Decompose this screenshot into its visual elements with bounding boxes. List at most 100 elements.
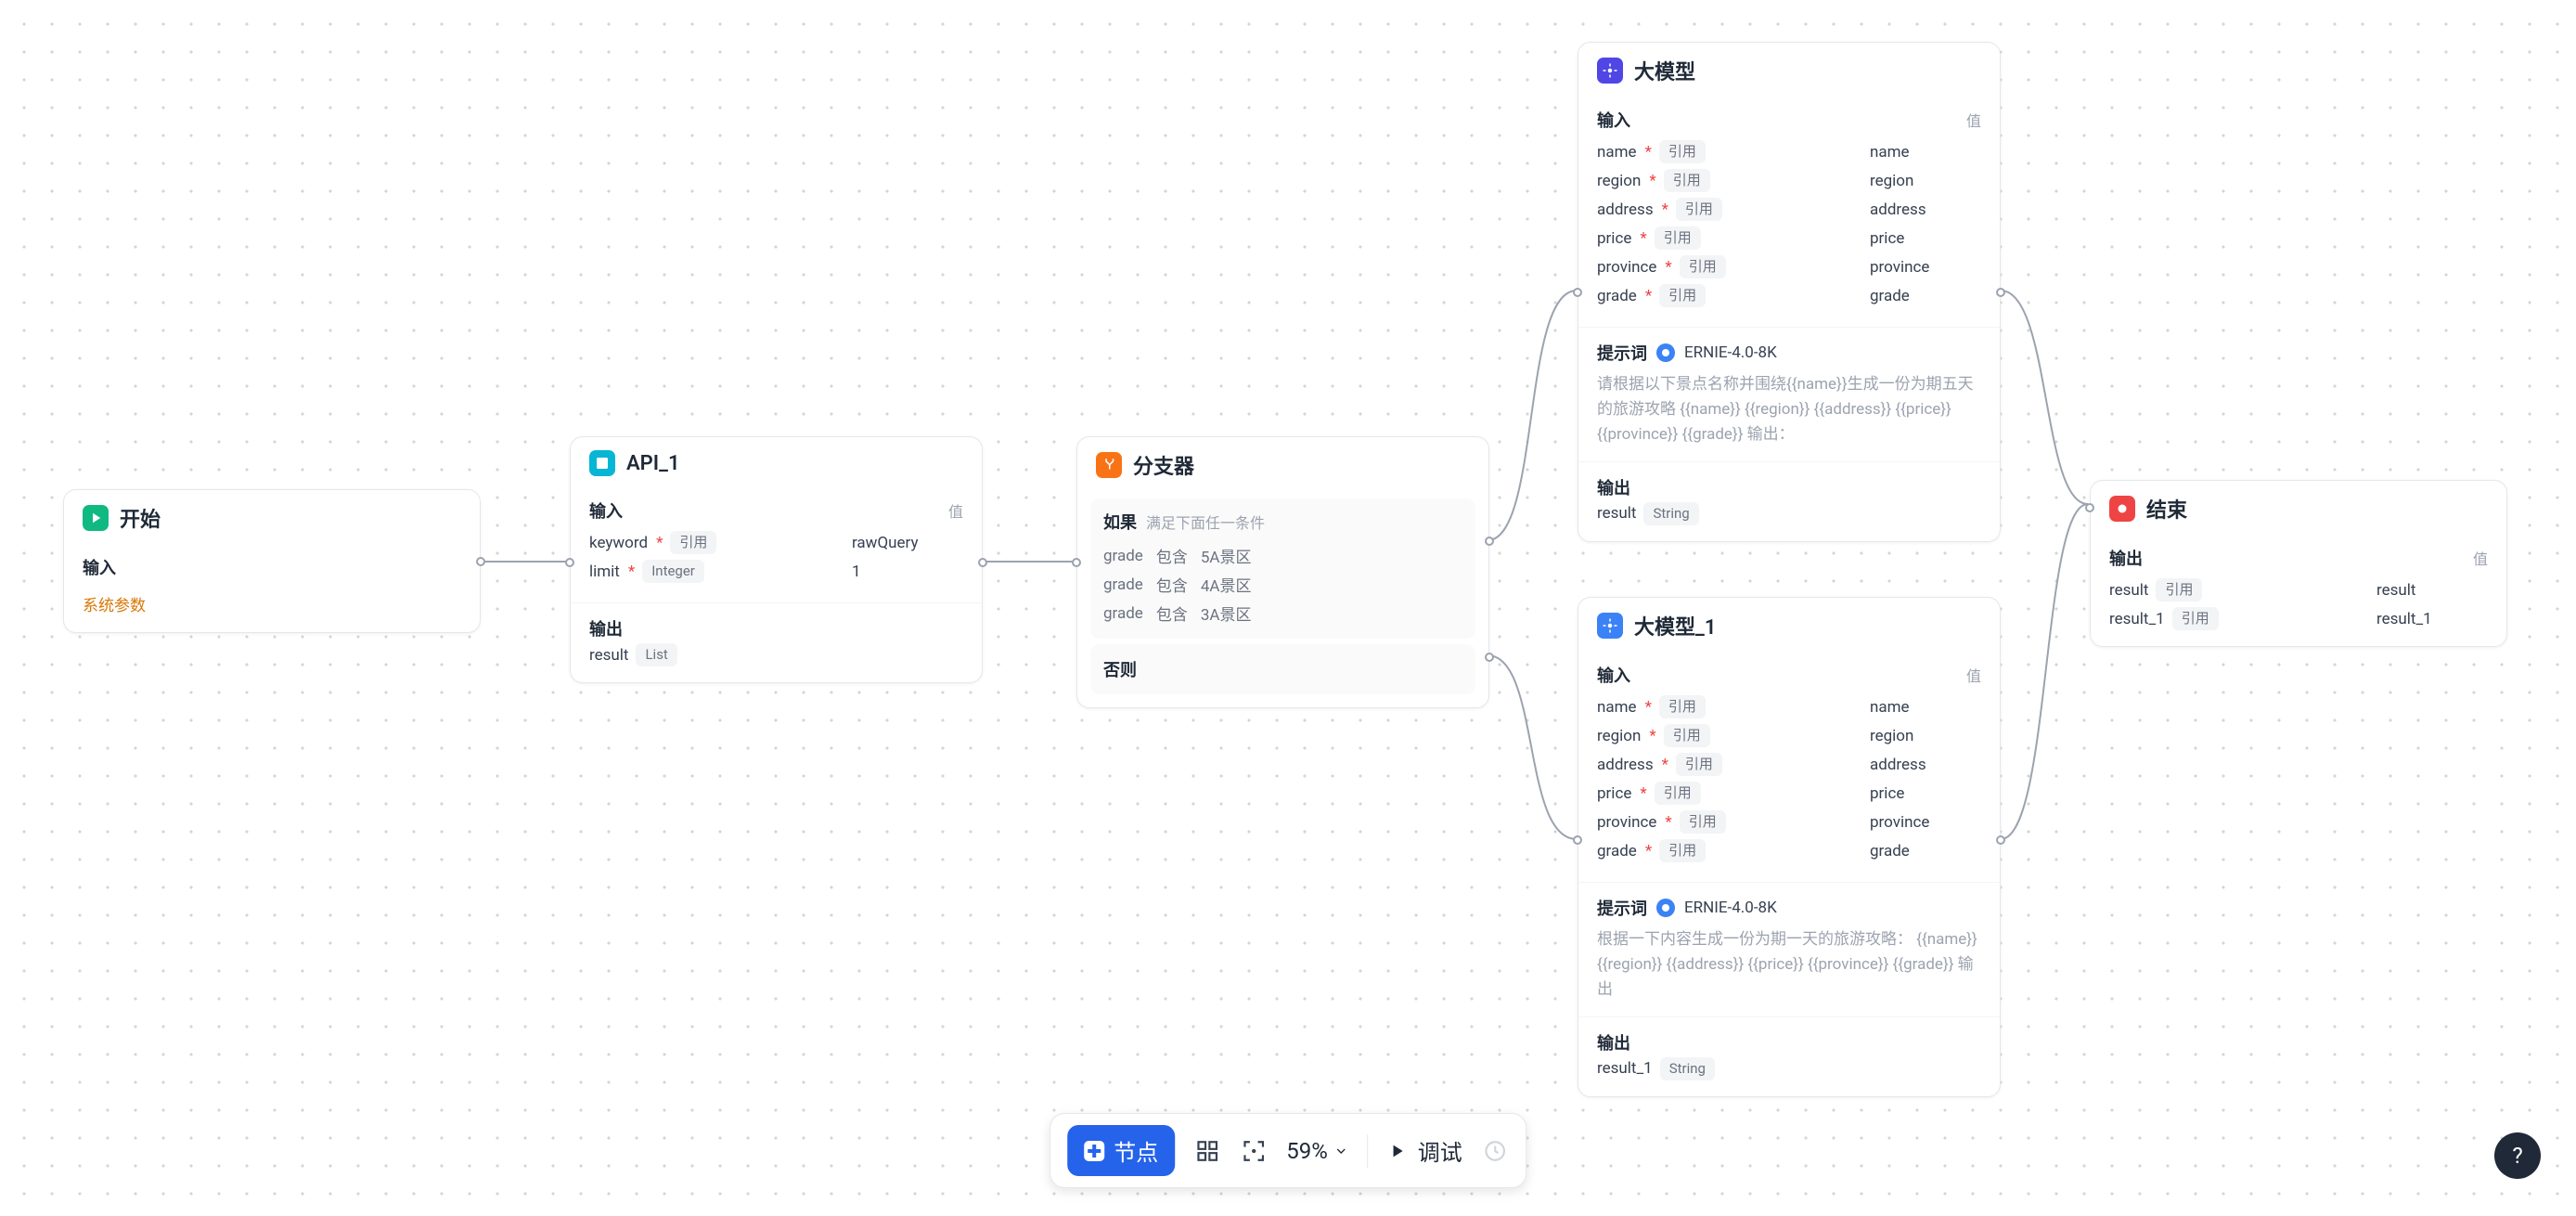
node-title: 大模型_1 [1634,611,1716,640]
port-out[interactable] [476,557,485,566]
section-value-label: 值 [2362,547,2488,569]
system-param-link[interactable]: 系统参数 [64,592,480,632]
port-in[interactable] [2085,503,2094,512]
node-llm-1[interactable]: 大模型 输入 值 name *引用nameregion *引用regionadd… [1578,42,2001,542]
section-value-label: 值 [837,499,963,522]
port-out[interactable] [1996,835,2005,845]
param-type-tag: 引用 [2172,607,2219,630]
condition-row: grade包含4A景区 [1103,570,1462,599]
param-row: keyword *引用rawQuery [589,528,963,557]
required-mark: * [1640,784,1646,803]
param-row: price *引用price [1597,779,1981,808]
section-input-label: 输入 [83,555,461,579]
param-type-tag: 引用 [1659,839,1706,862]
model-name: ERNIE-4.0-8K [1684,343,1777,362]
required-mark: * [1645,287,1652,305]
param-name: result_1 [1597,1059,1653,1078]
param-value: address [1870,201,1981,219]
param-row: name *引用name [1597,692,1981,721]
section-input-label: 输入 [1597,663,1630,687]
param-name: limit [589,563,620,581]
param-name: result [589,646,628,665]
node-end[interactable]: 结束 输出 值 result引用resultresult_1引用result_1 [2090,480,2507,647]
port-in[interactable] [1072,558,1081,567]
section-output-label: 输出 [1597,475,1981,499]
param-row: result_1 String [1597,1054,1981,1083]
param-value: region [1870,172,1981,190]
port-out[interactable] [978,558,987,567]
cond-op: 包含 [1156,544,1188,567]
section-output-label: 输出 [1597,1030,1981,1054]
layout-grid-icon[interactable] [1193,1137,1221,1165]
node-llm-2[interactable]: 大模型_1 输入 值 name *引用nameregion *引用regiona… [1578,597,2001,1097]
fit-view-icon[interactable] [1240,1137,1268,1165]
cond-field: grade [1103,604,1143,623]
param-type-tag: String [1643,502,1698,525]
node-start[interactable]: 开始 输入 系统参数 [63,489,481,633]
required-mark: * [1649,172,1655,190]
param-type-tag: 引用 [1659,284,1706,307]
node-branch[interactable]: 分支器 如果 满足下面任一条件 grade包含5A景区grade包含4A景区gr… [1076,436,1489,708]
param-value: grade [1870,287,1981,305]
port-in[interactable] [1573,835,1582,845]
param-row: address *引用address [1597,195,1981,224]
required-mark: * [1649,727,1655,745]
required-mark: * [1645,143,1652,162]
condition-row: grade包含5A景区 [1103,541,1462,570]
section-input-label: 输入 [1597,108,1630,132]
section-input-label: 输入 [589,498,623,523]
required-mark: * [1662,756,1668,774]
param-type-tag: Integer [642,560,704,583]
prompt-text: 根据一下内容生成一份为期一天的旅游攻略： {{name}} {{region}}… [1597,927,1981,1003]
prompt-label: 提示词 [1597,341,1647,365]
end-icon [2109,496,2135,522]
param-row: grade *引用grade [1597,281,1981,310]
param-type-tag: String [1660,1057,1715,1080]
param-value: name [1870,143,1981,162]
param-value: province [1870,258,1981,277]
param-value: region [1870,727,1981,745]
api-icon [589,450,615,476]
param-name: name [1597,698,1637,717]
add-node-button[interactable]: 节点 [1067,1125,1175,1176]
required-mark: * [1645,698,1652,717]
param-row: grade *引用grade [1597,836,1981,865]
port-out-else[interactable] [1485,653,1494,662]
play-icon [1386,1141,1407,1161]
else-box: 否则 [1090,644,1475,694]
chevron-down-icon [1333,1144,1348,1158]
param-name: address [1597,201,1654,219]
condition-row: grade包含3A景区 [1103,599,1462,627]
required-mark: * [628,563,635,581]
param-row: region *引用region [1597,166,1981,195]
zoom-dropdown[interactable]: 59% [1286,1138,1348,1164]
param-type-tag: 引用 [1664,169,1710,192]
port-in[interactable] [565,558,574,567]
required-mark: * [656,534,663,552]
port-in[interactable] [1573,288,1582,297]
param-type-tag: List [636,643,676,666]
param-row: price *引用price [1597,224,1981,252]
required-mark: * [1645,842,1652,860]
param-row: address *引用address [1597,750,1981,779]
add-node-label: 节点 [1114,1134,1158,1167]
param-type-tag: 引用 [1655,226,1701,250]
param-row: region *引用region [1597,721,1981,750]
help-button[interactable]: ? [2494,1132,2541,1179]
node-title: 分支器 [1133,450,1194,480]
required-mark: * [1640,229,1646,248]
param-type-tag: 引用 [1659,140,1706,163]
history-icon[interactable] [1481,1137,1509,1165]
if-label: 如果 [1103,510,1137,534]
node-api[interactable]: API_1 输入 值 keyword *引用rawQuery limit * Int… [570,436,983,683]
node-title: API_1 [626,452,680,475]
param-name: result_1 [2109,610,2165,628]
param-row: resultString [1597,499,1981,528]
cond-val: 4A景区 [1201,573,1252,596]
node-title: 开始 [120,503,161,533]
port-out[interactable] [1996,288,2005,297]
param-value: name [1870,698,1981,717]
debug-button[interactable]: 调试 [1386,1134,1462,1167]
debug-label: 调试 [1418,1134,1462,1167]
port-out-if[interactable] [1485,537,1494,546]
